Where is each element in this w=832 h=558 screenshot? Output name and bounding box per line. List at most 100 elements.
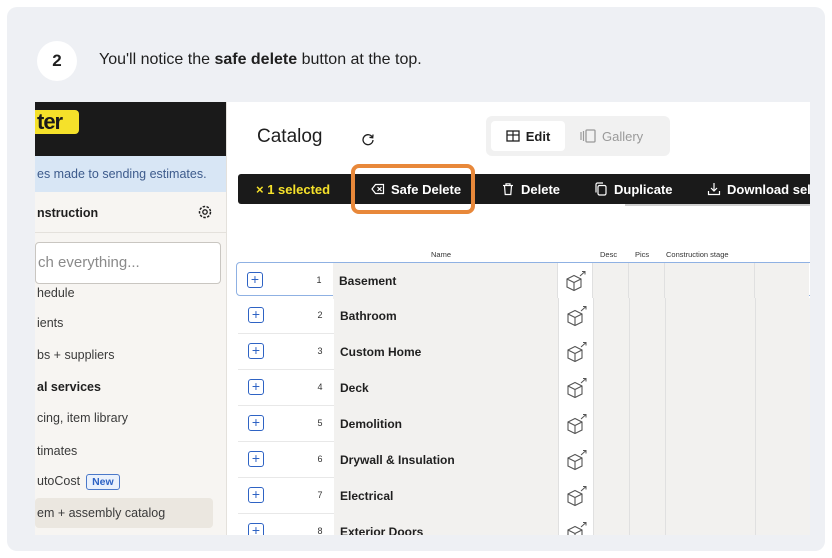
gear-icon[interactable] bbox=[197, 204, 213, 220]
table-row[interactable]: + 7 Electrical bbox=[238, 478, 810, 514]
extra-cell[interactable] bbox=[755, 263, 809, 299]
expand-row-button[interactable]: + bbox=[248, 379, 264, 395]
construction-stage-cell[interactable] bbox=[666, 478, 756, 514]
step-text-before: You'll notice the bbox=[99, 51, 215, 68]
pics-cell[interactable] bbox=[629, 263, 665, 299]
column-header-name[interactable]: Name bbox=[431, 250, 451, 259]
extra-cell[interactable] bbox=[756, 406, 810, 442]
desc-cell[interactable] bbox=[594, 298, 630, 334]
table-row[interactable]: + 5 Demolition bbox=[238, 406, 810, 442]
column-header-pics[interactable]: Pics bbox=[635, 250, 649, 259]
pics-cell[interactable] bbox=[630, 478, 666, 514]
sidebar-item-item-assembly-catalog[interactable]: em + assembly catalog bbox=[37, 506, 165, 520]
pics-cell[interactable] bbox=[630, 406, 666, 442]
desc-cell[interactable] bbox=[594, 514, 630, 535]
notice-banner[interactable]: es made to sending estimates. bbox=[35, 156, 226, 192]
construction-stage-cell[interactable] bbox=[666, 442, 756, 478]
desc-cell[interactable] bbox=[594, 334, 630, 370]
extra-cell[interactable] bbox=[756, 334, 810, 370]
row-name-cell[interactable]: Bathroom bbox=[334, 298, 558, 334]
sidebar-divider bbox=[35, 232, 226, 233]
construction-stage-cell[interactable] bbox=[666, 370, 756, 406]
extra-cell[interactable] bbox=[756, 298, 810, 334]
table-row[interactable]: + 1 Basement bbox=[236, 262, 810, 299]
sidebar-item-financial-services[interactable]: al services bbox=[37, 380, 101, 394]
row-name-cell[interactable]: Drywall & Insulation bbox=[334, 442, 558, 478]
extra-cell[interactable] bbox=[756, 442, 810, 478]
expand-row-button[interactable]: + bbox=[248, 415, 264, 431]
table-icon bbox=[506, 130, 520, 142]
sidebar-item-subs-suppliers[interactable]: bs + suppliers bbox=[37, 348, 114, 362]
step-card: 2 You'll notice the safe delete button a… bbox=[7, 7, 825, 551]
column-header-desc[interactable]: Desc bbox=[600, 250, 617, 259]
sidebar-item-schedule[interactable]: hedule bbox=[37, 286, 75, 300]
row-name-cell[interactable]: Exterior Doors bbox=[334, 514, 558, 535]
sidebar-item-autocost[interactable]: utoCost New bbox=[37, 474, 120, 490]
row-name-cell[interactable]: Demolition bbox=[334, 406, 558, 442]
pics-cell[interactable] bbox=[630, 442, 666, 478]
construction-stage-cell[interactable] bbox=[666, 334, 756, 370]
sidebar-item-pricing-item-library[interactable]: cing, item library bbox=[37, 411, 128, 425]
search-input[interactable]: ch everything... bbox=[35, 242, 221, 284]
extra-cell[interactable] bbox=[756, 370, 810, 406]
expand-row-button[interactable]: + bbox=[248, 523, 264, 535]
desc-cell[interactable] bbox=[594, 478, 630, 514]
sidebar-item-clients[interactable]: ients bbox=[37, 316, 63, 330]
row-name-cell[interactable]: Basement bbox=[333, 263, 557, 299]
delete-button[interactable]: Delete bbox=[501, 174, 560, 204]
pics-cell[interactable] bbox=[630, 370, 666, 406]
table-row[interactable]: + 2 Bathroom bbox=[238, 298, 810, 334]
table-row[interactable]: + 4 Deck bbox=[238, 370, 810, 406]
pics-cell[interactable] bbox=[630, 514, 666, 535]
download-selected-button[interactable]: Download sel bbox=[707, 174, 810, 204]
assembly-cell[interactable] bbox=[558, 370, 594, 406]
sidebar-item-estimates[interactable]: timates bbox=[37, 444, 77, 458]
row-name-cell[interactable]: Custom Home bbox=[334, 334, 558, 370]
assembly-cell[interactable] bbox=[558, 406, 594, 442]
extra-cell[interactable] bbox=[756, 478, 810, 514]
trash-icon bbox=[503, 183, 513, 196]
row-name-cell[interactable]: Deck bbox=[334, 370, 558, 406]
assembly-cell[interactable] bbox=[558, 298, 594, 334]
assembly-cell[interactable] bbox=[558, 514, 594, 535]
assembly-cell[interactable] bbox=[557, 263, 593, 299]
delete-label: Delete bbox=[521, 181, 561, 197]
construction-stage-cell[interactable] bbox=[666, 298, 756, 334]
expand-row-button[interactable]: + bbox=[248, 451, 264, 467]
pics-cell[interactable] bbox=[630, 298, 666, 334]
expand-row-button[interactable]: + bbox=[248, 487, 264, 503]
cube-icon bbox=[567, 522, 587, 535]
desc-cell[interactable] bbox=[594, 370, 630, 406]
desc-cell[interactable] bbox=[594, 442, 630, 478]
table-header: Name Desc Pics Construction stage bbox=[238, 246, 810, 262]
construction-stage-cell[interactable] bbox=[666, 514, 756, 535]
cube-icon bbox=[567, 414, 587, 435]
construction-stage-cell[interactable] bbox=[665, 263, 755, 299]
table-row[interactable]: + 3 Custom Home bbox=[238, 334, 810, 370]
table-row[interactable]: + 6 Drywall & Insulation bbox=[238, 442, 810, 478]
construction-stage-cell[interactable] bbox=[666, 406, 756, 442]
toolbar-underline bbox=[625, 204, 810, 206]
row-name-cell[interactable]: Electrical bbox=[334, 478, 558, 514]
org-name[interactable]: nstruction bbox=[37, 206, 98, 220]
duplicate-button[interactable]: Duplicate bbox=[594, 174, 673, 204]
assembly-cell[interactable] bbox=[558, 334, 594, 370]
assembly-cell[interactable] bbox=[558, 442, 594, 478]
clear-selection-button[interactable]: × 1 selected bbox=[256, 174, 330, 204]
table-row[interactable]: + 8 Exterior Doors bbox=[238, 514, 810, 535]
brand-logo[interactable]: ter bbox=[35, 110, 79, 134]
expand-row-button[interactable]: + bbox=[248, 343, 264, 359]
desc-cell[interactable] bbox=[593, 263, 629, 299]
view-edit-button[interactable]: Edit bbox=[491, 121, 565, 151]
row-number: 1 bbox=[316, 275, 322, 285]
expand-row-button[interactable]: + bbox=[248, 307, 264, 323]
refresh-icon[interactable] bbox=[361, 132, 375, 146]
extra-cell[interactable] bbox=[756, 514, 810, 535]
download-selected-label: Download sel bbox=[727, 181, 810, 197]
view-gallery-button[interactable]: Gallery bbox=[580, 121, 664, 151]
desc-cell[interactable] bbox=[594, 406, 630, 442]
assembly-cell[interactable] bbox=[558, 478, 594, 514]
pics-cell[interactable] bbox=[630, 334, 666, 370]
expand-row-button[interactable]: + bbox=[247, 272, 263, 288]
column-header-construction-stage[interactable]: Construction stage bbox=[666, 250, 729, 259]
